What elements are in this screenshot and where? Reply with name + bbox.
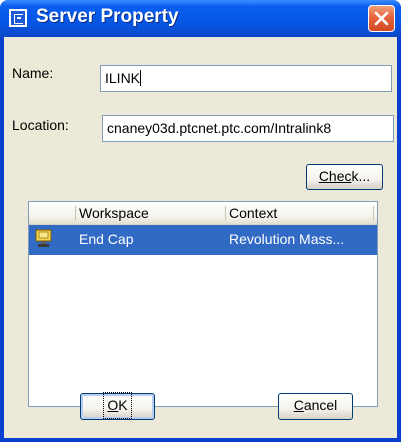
window-title: Server Property (36, 6, 179, 27)
column-header-context[interactable]: Context (229, 205, 277, 221)
column-header-workspace[interactable]: Workspace (79, 205, 149, 221)
location-field[interactable]: cnaney03d.ptcnet.ptc.com/Intralink8 (102, 115, 394, 142)
ok-button[interactable]: OK (80, 392, 155, 420)
ok-button-mnemonic: O (107, 397, 119, 413)
name-label: Name: (12, 65, 54, 81)
dialog-client-area: Name: ILINK Location: cnaney03d.ptcnet.p… (4, 37, 397, 438)
name-value: ILINK (105, 70, 141, 86)
row-workspace: End Cap (79, 231, 134, 247)
window-icon (9, 9, 27, 27)
ok-button-label: K (118, 397, 128, 413)
close-button[interactable] (368, 5, 395, 32)
cancel-button-label: ancel (303, 397, 338, 413)
list-row[interactable]: End Cap Revolution Mass... (29, 225, 377, 255)
workspace-icon (35, 229, 52, 247)
text-caret (140, 70, 142, 86)
name-field[interactable]: ILINK (100, 65, 392, 92)
check-button[interactable]: Check... (306, 164, 383, 190)
column-separator (225, 206, 226, 220)
server-property-dialog: Server Property Name: ILINK Location: cn… (0, 0, 401, 442)
cancel-button-mnemonic: C (293, 397, 304, 413)
column-separator (75, 206, 76, 220)
list-header: Workspace Context (29, 202, 377, 225)
check-button-mnemonic: Chec (318, 168, 352, 184)
column-separator (373, 206, 374, 220)
workspace-list[interactable]: Workspace Context End Cap Revolution Mas… (28, 201, 378, 407)
close-icon (374, 11, 389, 26)
title-bar[interactable]: Server Property (0, 0, 401, 37)
cancel-button[interactable]: Cancel (278, 393, 353, 420)
location-label: Location: (12, 117, 69, 133)
check-button-label: k... (351, 168, 371, 184)
row-context: Revolution Mass... (229, 231, 345, 247)
